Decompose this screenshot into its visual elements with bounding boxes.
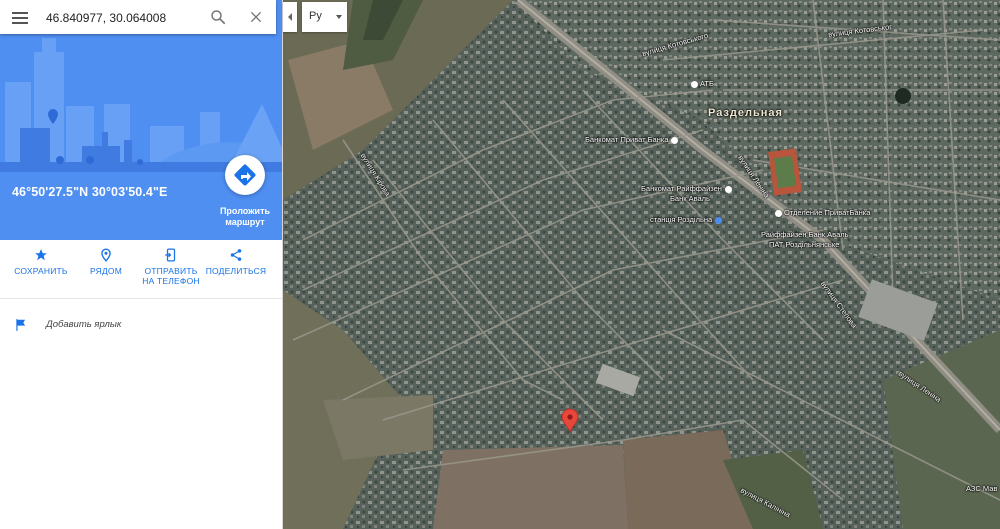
poi-label: АЗС Мав — [966, 484, 998, 493]
save-button-label: СОХРАНИТЬ — [14, 266, 68, 276]
share-icon — [230, 249, 242, 261]
add-label-text: Добавить ярлык — [46, 319, 122, 330]
poi-label: Банк Аваль — [670, 194, 710, 203]
language-select[interactable]: Ру — [302, 2, 347, 32]
search-icon[interactable] — [209, 8, 227, 26]
poi-label: Банкомат Приват Банка — [585, 135, 680, 144]
menu-button[interactable] — [10, 9, 30, 25]
chevron-left-icon — [288, 13, 292, 21]
poi-text: Банкомат Приват Банка — [585, 135, 669, 144]
save-button[interactable]: СОХРАНИТЬ — [6, 248, 76, 276]
poi-text: Банкомат Райффайзен — [641, 184, 722, 193]
directions-icon — [234, 164, 256, 186]
close-icon[interactable] — [248, 9, 264, 25]
action-bar: СОХРАНИТЬ РЯДОМ ОТПРАВИТЬ НА ТЕЛЕФОН ПОД… — [0, 240, 282, 299]
satellite-map[interactable]: Раздельная вулиця Котовського вулиця Кот… — [283, 0, 1000, 529]
share-button-label: ПОДЕЛИТЬСЯ — [205, 266, 267, 276]
search-box — [0, 0, 276, 34]
town-label: Раздельная — [708, 107, 783, 119]
star-icon — [35, 249, 47, 261]
nearby-button-label: РЯДОМ — [89, 266, 123, 276]
poi-text: станція Роздільна — [650, 215, 713, 224]
directions-label-line2: маршрут — [225, 217, 265, 227]
place-panel: 46°50'27.5"N 30°03'50.4"E Проложить марш… — [0, 0, 283, 529]
poi-text: Отделение ПриватБанка — [784, 208, 871, 217]
poi-label: Банкомат Райффайзен — [641, 184, 734, 193]
poi-text: АТБ — [700, 79, 714, 88]
send-to-phone-label-2: НА ТЕЛЕФОН — [142, 276, 200, 286]
share-button[interactable]: ПОДЕЛИТЬСЯ — [201, 248, 271, 276]
nearby-button[interactable]: РЯДОМ — [71, 248, 141, 276]
send-to-phone-button[interactable]: ОТПРАВИТЬ НА ТЕЛЕФОН — [136, 248, 206, 286]
chevron-down-icon — [336, 15, 342, 19]
poi-label: Райффайзен Банк Аваль — [761, 230, 849, 239]
collapse-panel-button[interactable] — [283, 2, 297, 32]
place-hero: 46°50'27.5"N 30°03'50.4"E Проложить марш… — [0, 0, 282, 240]
directions-label[interactable]: Проложить маршрут — [212, 206, 278, 228]
satellite-imagery — [283, 0, 1000, 529]
directions-label-line1: Проложить — [219, 206, 271, 216]
poi-label: АТБ — [691, 79, 714, 88]
nearby-icon — [101, 248, 111, 262]
poi-label: ПАТ Роздільнянське — [769, 240, 840, 249]
language-selected: Ру — [309, 10, 322, 22]
city-illustration — [0, 0, 282, 240]
send-to-phone-label-1: ОТПРАВИТЬ — [144, 266, 198, 276]
place-coordinates[interactable]: 46°50'27.5"N 30°03'50.4"E — [12, 185, 167, 199]
send-to-phone-icon — [165, 248, 176, 262]
poi-label: Отделение ПриватБанка — [775, 208, 870, 217]
add-label-row[interactable]: Добавить ярлык — [0, 310, 282, 338]
poi-label: станція Роздільна — [650, 215, 724, 224]
directions-button[interactable] — [225, 155, 265, 195]
flag-icon — [16, 319, 26, 331]
search-input[interactable] — [44, 7, 203, 29]
